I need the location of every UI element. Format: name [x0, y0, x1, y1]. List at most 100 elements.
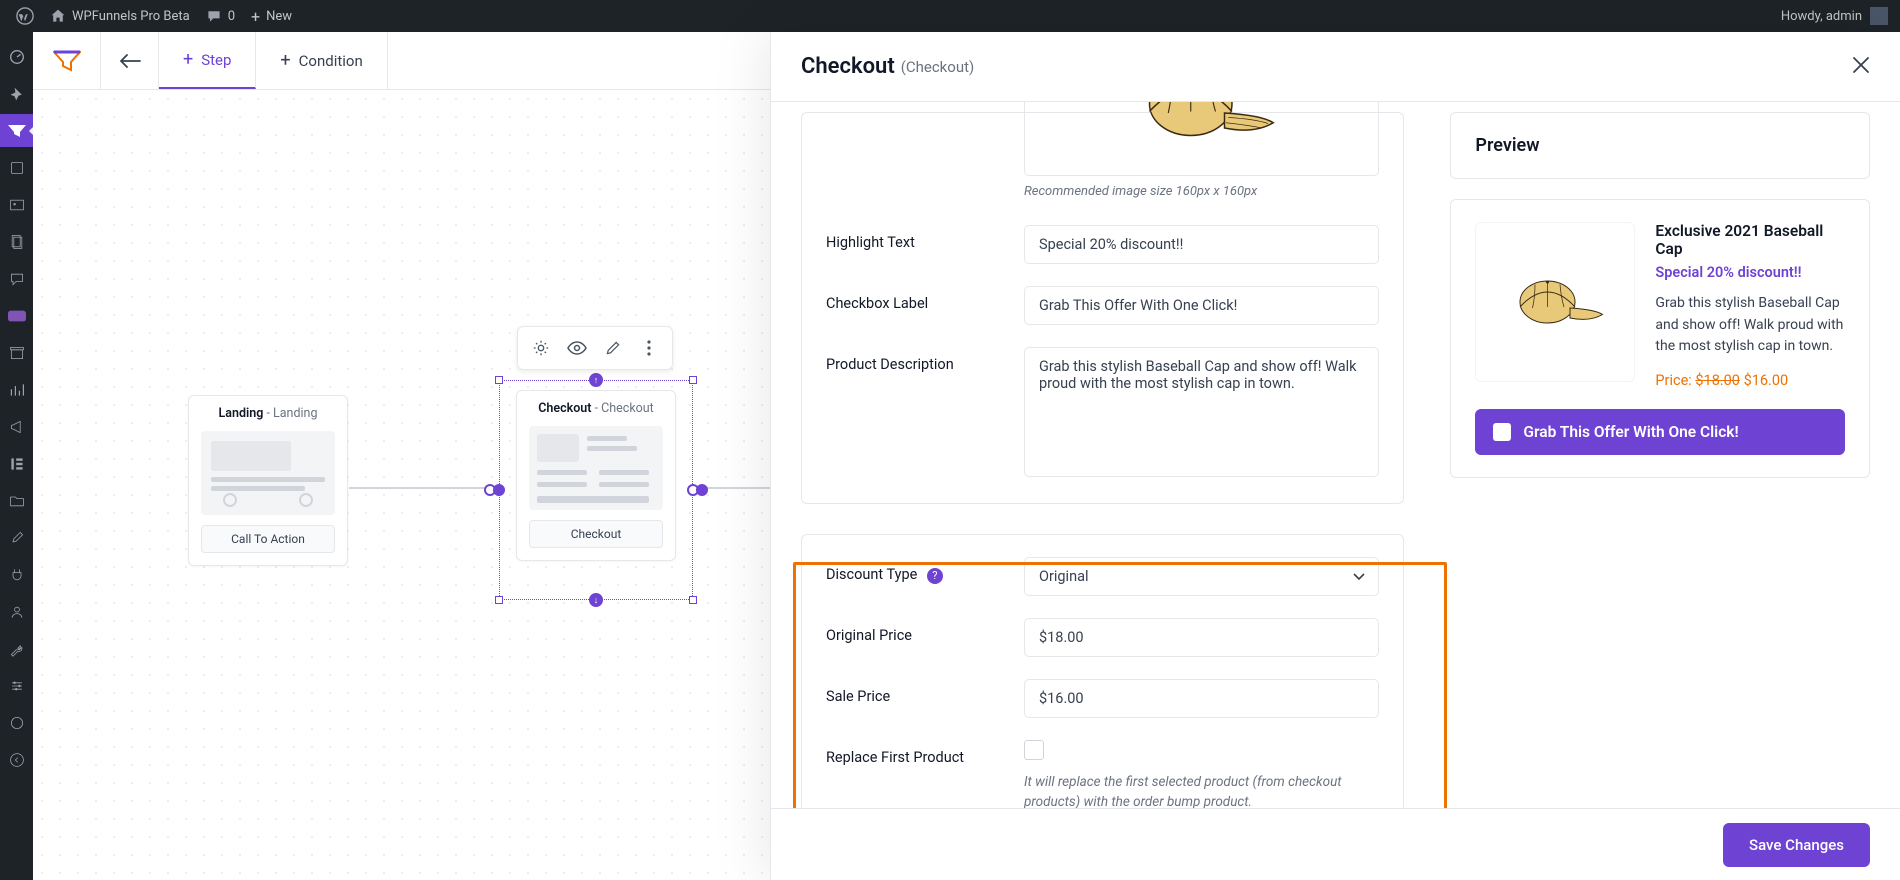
label-highlight: Highlight Text — [826, 225, 1006, 251]
avatar[interactable] — [1870, 7, 1888, 25]
menu-templates[interactable] — [0, 484, 33, 517]
port-out[interactable] — [696, 484, 708, 496]
preview-price: Price: $18.00 $16.00 — [1655, 372, 1845, 389]
node-landing[interactable]: Landing - Landing Call To Action — [188, 395, 348, 566]
preview-offer-bar[interactable]: Grab This Offer With One Click! — [1475, 409, 1845, 455]
circle-icon — [9, 715, 25, 731]
drawer-footer: Save Changes — [771, 808, 1900, 880]
preview-offer-checkbox[interactable] — [1493, 423, 1511, 441]
menu-media[interactable] — [0, 188, 33, 221]
menu-marketing[interactable] — [0, 410, 33, 443]
node-edit-button[interactable] — [596, 333, 630, 363]
comments-icon — [9, 271, 25, 287]
port-bottom[interactable]: ↓ — [589, 593, 603, 607]
preview-card: Exclusive 2021 Baseball Cap Special 20% … — [1450, 199, 1870, 478]
resize-handle-se[interactable] — [689, 596, 697, 604]
node-landing-button[interactable]: Call To Action — [201, 525, 335, 553]
help-icon[interactable]: ? — [927, 568, 943, 584]
resize-handle-nw[interactable] — [495, 376, 503, 384]
tab-condition[interactable]: + Condition — [256, 32, 387, 89]
menu-collapse[interactable] — [0, 743, 33, 776]
sliders-icon — [9, 678, 25, 694]
menu-dashboard[interactable] — [0, 40, 33, 73]
node-checkout-type: - Checkout — [591, 401, 653, 416]
menu-woo[interactable] — [0, 299, 33, 332]
megaphone-icon — [9, 419, 25, 435]
image-size-note: Recommended image size 160px x 160px — [1024, 184, 1379, 199]
home-icon — [50, 8, 66, 24]
node-checkout-thumb — [529, 426, 663, 510]
node-checkout-name: Checkout — [538, 401, 591, 416]
node-settings-button[interactable] — [524, 333, 558, 363]
menu-item-generic-2[interactable] — [0, 706, 33, 739]
drawer-close-button[interactable] — [1852, 56, 1870, 78]
menu-pages[interactable] — [0, 225, 33, 258]
node-checkout-button[interactable]: Checkout — [529, 520, 663, 548]
preview-highlight: Special 20% discount!! — [1655, 264, 1845, 281]
menu-products[interactable] — [0, 336, 33, 369]
comments-link[interactable]: 0 — [198, 0, 243, 32]
discount-type-select[interactable]: Original — [1024, 557, 1379, 596]
node-landing-thumb — [201, 431, 335, 515]
wp-logo[interactable] — [8, 0, 42, 32]
preview-column: Preview — [1450, 112, 1870, 478]
pages-icon — [9, 234, 25, 250]
wpfunnels-logo[interactable] — [33, 32, 101, 89]
woo-icon — [8, 310, 26, 322]
menu-elementor[interactable] — [0, 447, 33, 480]
drawer-title: Checkout — [801, 54, 895, 79]
new-content-link[interactable]: + New — [243, 0, 300, 32]
preview-price-label: Price: — [1655, 372, 1695, 389]
dashboard-icon — [8, 48, 26, 66]
menu-users[interactable] — [0, 595, 33, 628]
tab-condition-label: Condition — [299, 52, 363, 70]
wpfunnels-icon — [7, 124, 27, 138]
more-vertical-icon — [647, 340, 651, 356]
highlight-text-input[interactable] — [1024, 225, 1379, 264]
replace-first-product-checkbox[interactable] — [1024, 740, 1044, 760]
resize-handle-sw[interactable] — [495, 596, 503, 604]
gear-icon — [532, 339, 550, 357]
menu-posts[interactable] — [0, 77, 33, 110]
elementor-icon — [9, 456, 25, 472]
menu-plugins[interactable] — [0, 558, 33, 591]
save-button[interactable]: Save Changes — [1723, 823, 1870, 867]
node-more-button[interactable] — [632, 333, 666, 363]
checkbox-label-input[interactable] — [1024, 286, 1379, 325]
baseball-cap-icon — [1127, 102, 1277, 149]
product-description-input[interactable]: Grab this stylish Baseball Cap and show … — [1024, 347, 1379, 477]
drawer-subtitle: (Checkout) — [901, 58, 975, 76]
menu-settings[interactable] — [0, 669, 33, 702]
users-icon — [9, 604, 25, 620]
site-home-link[interactable]: WPFunnels Pro Beta — [42, 0, 198, 32]
port-in[interactable] — [493, 484, 505, 496]
funnel-canvas[interactable]: Landing - Landing Call To Action ↑ ↓ — [33, 90, 803, 880]
node-action-toolbar — [517, 326, 673, 370]
label-sale-price: Sale Price — [826, 679, 1006, 705]
node-view-button[interactable] — [560, 333, 594, 363]
resize-handle-ne[interactable] — [689, 376, 697, 384]
label-discount-type-text: Discount Type — [826, 566, 917, 583]
menu-item-generic-1[interactable] — [0, 151, 33, 184]
back-button[interactable] — [101, 32, 159, 89]
node-landing-header: Landing - Landing — [189, 396, 347, 425]
media-icon — [9, 197, 25, 213]
wp-admin-sidebar — [0, 32, 33, 880]
node-checkout[interactable]: Checkout - Checkout Checkout — [516, 390, 676, 561]
plus-icon: + — [280, 50, 290, 71]
tab-step-label: Step — [201, 51, 231, 69]
howdy-text[interactable]: Howdy, admin — [1781, 9, 1862, 24]
wrench-icon — [9, 641, 25, 657]
product-image-upload[interactable] — [1024, 102, 1379, 176]
menu-appearance[interactable] — [0, 521, 33, 554]
menu-comments[interactable] — [0, 262, 33, 295]
new-label: New — [266, 9, 292, 24]
menu-wpfunnels[interactable] — [0, 114, 33, 147]
port-top[interactable]: ↑ — [589, 373, 603, 387]
preview-image — [1475, 222, 1635, 382]
menu-analytics[interactable] — [0, 373, 33, 406]
tab-step[interactable]: + Step — [159, 32, 256, 89]
funnel-logo-icon — [53, 50, 81, 72]
wordpress-icon — [16, 7, 34, 25]
menu-tools[interactable] — [0, 632, 33, 665]
